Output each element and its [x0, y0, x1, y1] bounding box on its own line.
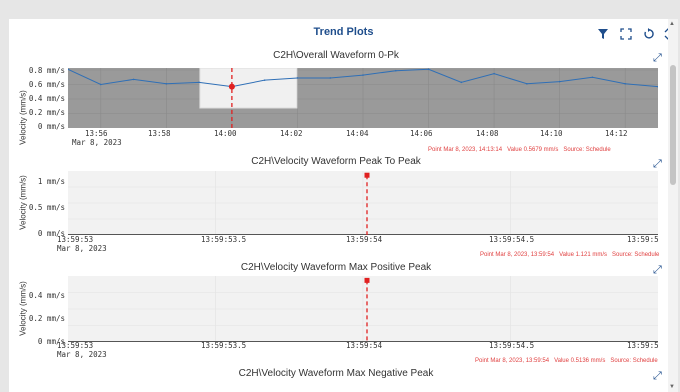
overall-waveform-chart[interactable]	[68, 68, 658, 128]
x-tick: 13:59:5	[627, 341, 659, 350]
cursor-point: Point Mar 8, 2023, 13:59:54	[475, 358, 550, 364]
data-point	[364, 277, 370, 283]
x-date: Mar 8, 2023	[57, 350, 107, 359]
reset-icon[interactable]	[640, 26, 656, 42]
x-tick: 14:02	[280, 129, 303, 138]
panel-title: Trend Plots	[313, 26, 374, 38]
y-tick: 0.4 mm/s	[28, 291, 65, 300]
x-tick: 14:00	[214, 129, 237, 138]
data-point	[394, 69, 397, 72]
fullscreen-icon[interactable]	[618, 26, 634, 42]
trend-plots-panel: Trend Plots C2H\Overall Waveform 0-Pk ⤢ …	[9, 19, 678, 392]
data-point	[198, 81, 200, 84]
scrollbar-thumb[interactable]	[670, 65, 676, 185]
cursor-value: Value 0.5679 mm/s	[507, 147, 559, 153]
scroll-up-icon[interactable]: ▲	[669, 21, 675, 27]
y-tick: 1 mm/s	[37, 177, 65, 186]
data-point	[624, 82, 627, 85]
cursor-source: Source: Schedule	[563, 147, 611, 153]
filter-icon[interactable]	[595, 26, 611, 42]
x-date: Mar 8, 2023	[57, 244, 107, 253]
data-point	[460, 81, 463, 84]
cursor-source: Source: Schedule	[612, 252, 660, 258]
expand-chart-icon[interactable]: ⤢	[653, 52, 662, 65]
y-tick: 0.6 mm/s	[28, 80, 65, 89]
chart-title: C2H\Overall Waveform 0-Pk	[273, 50, 399, 61]
x-date: Mar 8, 2023	[72, 138, 122, 147]
data-point	[99, 83, 102, 86]
x-tick: 14:06	[410, 129, 433, 138]
x-tick: 13:59:53	[57, 341, 94, 350]
y-tick: 0.5 mm/s	[28, 203, 65, 212]
x-tick: 13:59:54.5	[489, 235, 535, 244]
data-point	[329, 77, 332, 79]
selection-box	[199, 68, 298, 109]
y-tick: 0.2 mm/s	[28, 314, 65, 323]
scrollbar[interactable]: ▲ ▼	[668, 19, 678, 392]
cursor-info: Point Mar 8, 2023, 13:59:54 Value 1.121 …	[480, 252, 659, 258]
peak-to-peak-chart[interactable]	[68, 171, 658, 235]
x-tick: 13:59:53.5	[201, 341, 247, 350]
x-tick: 13:59:54.5	[489, 341, 535, 350]
data-point	[526, 82, 528, 85]
cursor-value: Value 1.121 mm/s	[559, 252, 607, 258]
expand-chart-icon[interactable]: ⤢	[653, 158, 662, 171]
data-point	[591, 76, 594, 79]
selected-point	[228, 83, 235, 90]
data-point	[558, 80, 561, 83]
chart-title: C2H\Velocity Waveform Max Negative Peak	[238, 368, 434, 379]
data-point	[263, 79, 266, 81]
cursor-source: Source: Schedule	[610, 358, 658, 364]
scroll-down-icon[interactable]: ▼	[669, 384, 675, 390]
x-tick: 13:59:53.5	[201, 235, 247, 244]
data-point	[165, 82, 168, 85]
y-axis-label: Velocity (mm/s)	[18, 90, 28, 145]
data-point	[427, 68, 430, 71]
y-tick: 0.2 mm/s	[28, 108, 65, 117]
x-tick: 14:04	[346, 129, 369, 138]
x-tick: 13:59:53	[57, 235, 94, 244]
data-point	[132, 78, 135, 81]
data-point	[296, 77, 299, 79]
y-axis-label: Velocity (mm/s)	[18, 281, 28, 336]
data-point	[364, 172, 370, 178]
data-point	[493, 72, 495, 75]
x-tick: 13:58	[148, 129, 171, 138]
max-positive-peak-chart[interactable]	[68, 276, 658, 342]
cursor-info: Point Mar 8, 2023, 13:59:54 Value 0.5136…	[475, 358, 658, 364]
cursor-point: Point Mar 8, 2023, 13:59:54	[480, 252, 555, 258]
y-tick: 0 mm/s	[37, 122, 65, 131]
chart-title: C2H\Velocity Waveform Max Positive Peak	[240, 262, 432, 273]
x-tick: 14:12	[605, 129, 628, 138]
cursor-point: Point Mar 8, 2023, 14:13:14	[428, 147, 503, 153]
cursor-value: Value 0.5136 mm/s	[554, 358, 606, 364]
x-tick: 14:10	[540, 129, 563, 138]
x-tick: 13:56	[85, 129, 108, 138]
chart-title: C2H\Velocity Waveform Peak To Peak	[251, 156, 421, 167]
x-tick: 13:59:54	[346, 341, 383, 350]
x-tick: 13:59:54	[346, 235, 383, 244]
x-tick: 14:08	[476, 129, 499, 138]
x-tick: 13:59:5	[627, 235, 659, 244]
data-point	[362, 74, 364, 76]
y-tick: 0.4 mm/s	[28, 94, 65, 103]
y-tick: 0.8 mm/s	[28, 66, 65, 75]
expand-chart-icon[interactable]: ⤢	[653, 370, 662, 383]
cursor-info: Point Mar 8, 2023, 14:13:14 Value 0.5679…	[428, 147, 611, 153]
